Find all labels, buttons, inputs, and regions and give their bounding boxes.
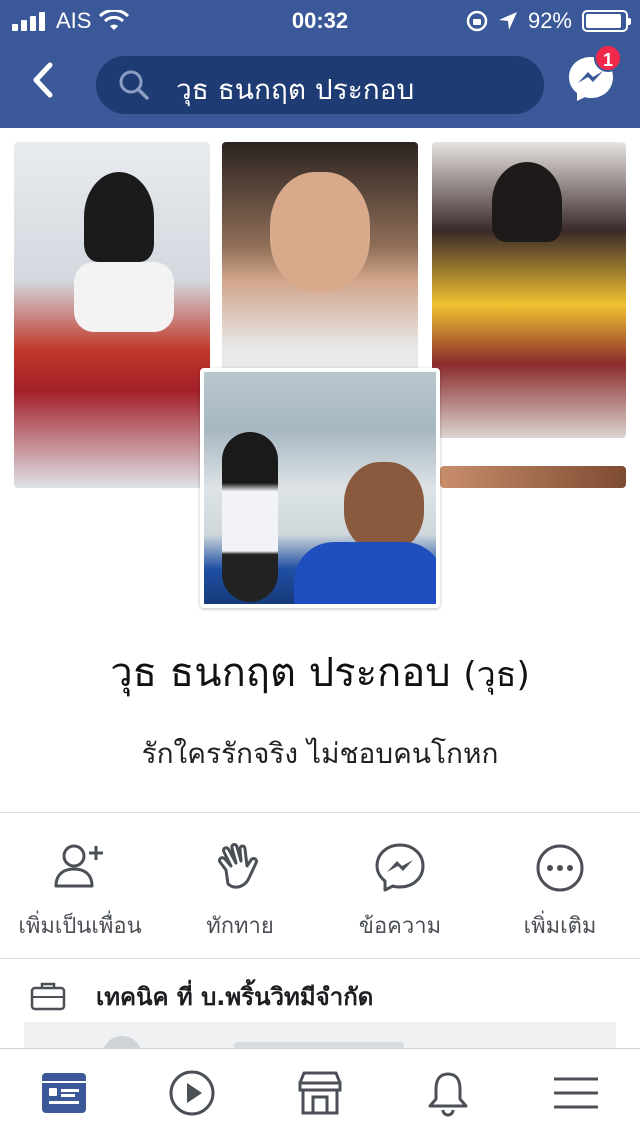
photo-subject-body	[74, 262, 174, 332]
cover-photo-area[interactable]	[0, 128, 640, 618]
battery-icon	[582, 10, 631, 32]
briefcase-icon	[30, 982, 66, 1011]
wave-icon	[218, 843, 258, 889]
search-icon	[119, 70, 149, 100]
tab-marketplace[interactable]	[256, 1049, 384, 1136]
photo-subject-left	[222, 432, 278, 602]
battery-percent: 92%	[527, 8, 572, 33]
add-friend-icon	[54, 844, 103, 888]
status-bar: AIS 00:32 92%	[0, 0, 640, 40]
tab-menu[interactable]	[512, 1049, 640, 1136]
profile-picture[interactable]	[200, 368, 440, 608]
photo-subject	[84, 172, 154, 262]
profile-name-text: วุธ ธนกฤต ประกอบ	[110, 650, 451, 696]
messenger-badge: 1	[594, 44, 622, 72]
location-arrow-icon	[498, 12, 517, 30]
battery-fill	[586, 14, 621, 28]
tab-watch[interactable]	[128, 1049, 256, 1136]
photo-subject	[492, 162, 562, 242]
search-input[interactable]: วุธ ธนกฤต ประกอบ	[96, 56, 544, 114]
tab-news-feed[interactable]	[0, 1049, 128, 1136]
orientation-lock-icon	[466, 10, 488, 32]
profile-name: วุธ ธนกฤต ประกอบ (วุธ)	[0, 640, 640, 704]
messenger-icon	[375, 843, 425, 892]
shop-icon	[298, 1071, 342, 1115]
more-button[interactable]: เพิ่มเติม	[480, 828, 640, 956]
cover-photo-4[interactable]	[440, 466, 626, 488]
add-friend-label: เพิ่มเป็นเพื่อน	[18, 914, 142, 939]
photo-subject	[270, 172, 370, 292]
more-icon	[536, 844, 584, 892]
profile-actions: เพิ่มเป็นเพื่อน ทักทาย ข้อความ เพิ่มเติม	[0, 828, 640, 956]
photo-subject-right-body	[294, 542, 436, 604]
status-right-group: 92%	[466, 8, 631, 34]
wave-label: ทักทาย	[206, 914, 274, 939]
bell-icon	[428, 1072, 468, 1117]
more-label: เพิ่มเติม	[523, 914, 597, 939]
work-text: เทคนิค ที่ บ.พริ้นวิทมีจำกัด	[96, 982, 374, 1011]
search-query: วุธ ธนกฤต ประกอบ	[176, 73, 415, 106]
cover-photo-3[interactable]	[432, 142, 626, 438]
message-button[interactable]: ข้อความ	[320, 828, 480, 956]
top-bar: AIS 00:32 92% วุธ ธนกฤต ประกอบ 1	[0, 0, 640, 128]
message-label: ข้อความ	[358, 914, 442, 939]
back-button[interactable]	[28, 60, 68, 108]
wave-button[interactable]: ทักทาย	[160, 828, 320, 956]
news-feed-icon	[42, 1073, 86, 1113]
photo-subject-right	[344, 462, 424, 552]
tab-notifications[interactable]	[384, 1049, 512, 1136]
profile-bio: รักใครรักจริง ไม่ชอบคนโกหก	[141, 737, 499, 770]
add-friend-button[interactable]: เพิ่มเป็นเพื่อน	[0, 828, 160, 956]
divider	[0, 812, 640, 813]
play-icon	[169, 1070, 215, 1116]
chevron-left-icon	[33, 62, 53, 98]
tab-bar	[0, 1048, 640, 1136]
messenger-button[interactable]: 1	[566, 44, 622, 104]
cover-photo-1[interactable]	[14, 142, 210, 488]
cover-photo-2[interactable]	[222, 142, 418, 372]
divider	[0, 958, 640, 959]
hamburger-icon	[554, 1077, 598, 1109]
work-info: เทคนิค ที่ บ.พริ้นวิทมีจำกัด	[30, 976, 373, 1016]
nav-bar: วุธ ธนกฤต ประกอบ 1	[0, 40, 640, 128]
profile-alternate-name: (วุธ)	[463, 655, 530, 695]
